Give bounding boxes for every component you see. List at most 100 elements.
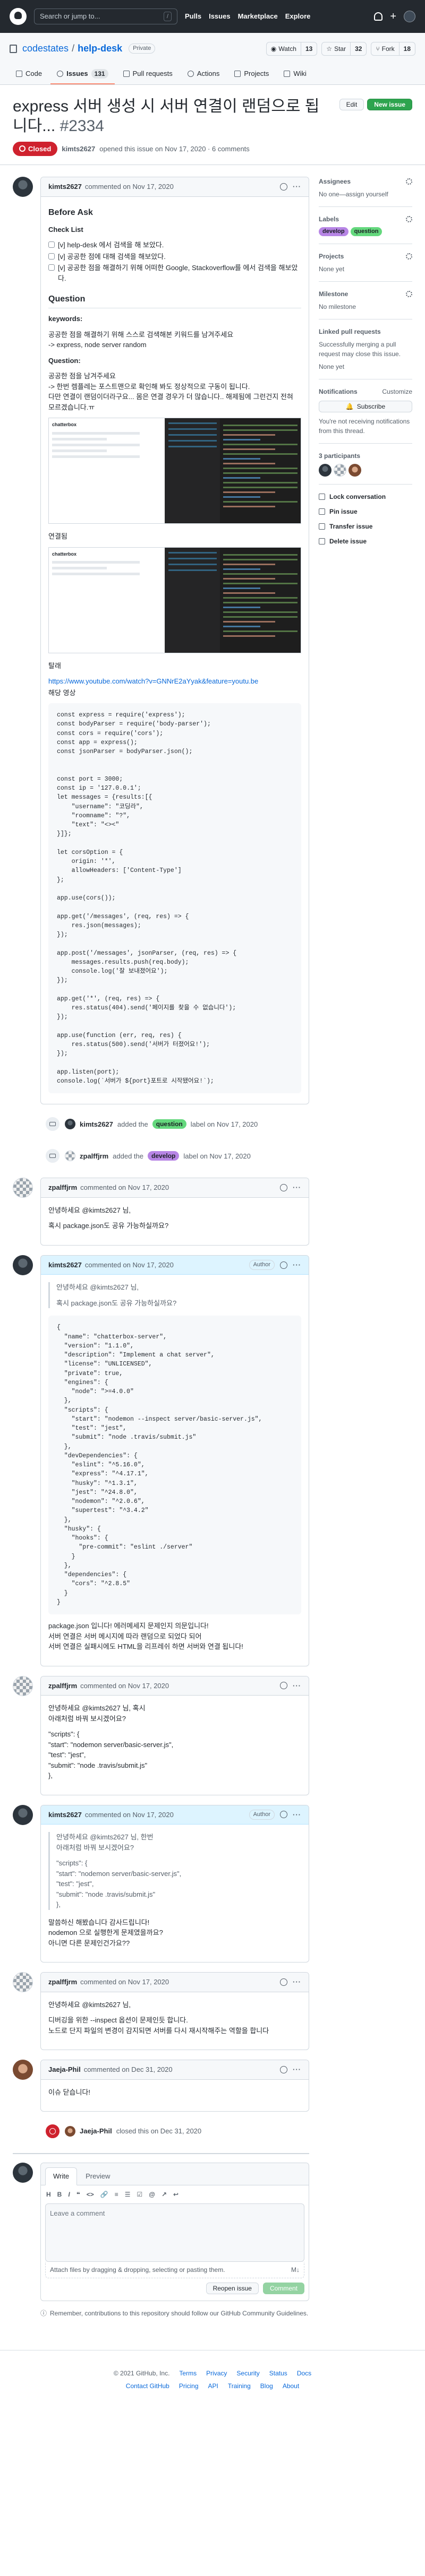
assignees-value[interactable]: No one—assign yourself <box>319 189 412 199</box>
reference-icon[interactable]: ↗ <box>162 2190 167 2199</box>
fork-button[interactable]: ⑂ Fork 18 <box>371 41 415 56</box>
footer-link-terms[interactable]: Terms <box>179 2368 197 2378</box>
code-icon[interactable]: <> <box>87 2190 94 2199</box>
comment-author[interactable]: kimts2627 <box>48 181 82 192</box>
star-button[interactable]: ☆ Star 32 <box>321 41 367 56</box>
tab-write[interactable]: Write <box>45 2167 78 2185</box>
label-question[interactable]: question <box>152 1119 186 1129</box>
subscribe-button[interactable]: 🔔 Subscribe <box>319 400 412 412</box>
reopen-issue-button[interactable]: Reopen issue <box>206 2282 259 2294</box>
saved-replies-icon[interactable]: ↩ <box>173 2190 178 2199</box>
label-question[interactable]: question <box>350 227 382 236</box>
edit-button[interactable]: Edit <box>339 98 364 110</box>
more-options-icon[interactable]: ··· <box>293 2064 301 2075</box>
bulleted-list-icon[interactable]: ≡ <box>115 2190 118 2199</box>
tab-pull-requests[interactable]: Pull requests <box>117 64 179 84</box>
assignees-header[interactable]: Assignees <box>319 177 412 186</box>
avatar[interactable] <box>348 463 361 477</box>
footer-link-pricing[interactable]: Pricing <box>179 2381 199 2391</box>
reaction-smiley-icon[interactable] <box>280 1261 287 1269</box>
transfer-issue-button[interactable]: Transfer issue <box>319 522 412 531</box>
more-options-icon[interactable]: ··· <box>293 1182 301 1193</box>
task-checkbox[interactable] <box>48 253 55 260</box>
issue-author-link[interactable]: kimts2627 <box>62 144 95 154</box>
more-options-icon[interactable]: ··· <box>293 1977 301 1987</box>
github-logo-icon[interactable] <box>10 8 27 25</box>
pin-issue-button[interactable]: Pin issue <box>319 507 412 516</box>
heading-icon[interactable]: H <box>46 2190 51 2199</box>
reaction-smiley-icon[interactable] <box>280 1978 287 1986</box>
projects-header[interactable]: Projects <box>319 252 412 261</box>
tab-preview[interactable]: Preview <box>78 2168 117 2185</box>
reaction-smiley-icon[interactable] <box>280 1184 287 1191</box>
avatar[interactable] <box>65 1119 75 1130</box>
more-options-icon[interactable]: ··· <box>293 1810 301 1820</box>
numbered-list-icon[interactable]: ☰ <box>125 2190 131 2199</box>
nav-marketplace[interactable]: Marketplace <box>238 11 278 22</box>
comment-author[interactable]: kimts2627 <box>48 1260 82 1270</box>
reaction-smiley-icon[interactable] <box>280 1682 287 1690</box>
italic-icon[interactable]: I <box>68 2190 70 2199</box>
comment-author[interactable]: kimts2627 <box>48 1810 82 1820</box>
footer-link-docs[interactable]: Docs <box>297 2368 311 2378</box>
comment-author[interactable]: zpalffjrm <box>48 1182 77 1193</box>
reaction-smiley-icon[interactable] <box>280 183 287 191</box>
gear-icon[interactable] <box>406 178 412 185</box>
search-input[interactable]: Search or jump to... / <box>34 8 177 24</box>
screenshot-image[interactable]: chatterbox <box>48 547 301 653</box>
repo-name-link[interactable]: help-desk <box>78 41 122 56</box>
footer-link-contact[interactable]: Contact GitHub <box>126 2381 169 2391</box>
tab-code[interactable]: Code <box>10 64 48 84</box>
footer-link-about[interactable]: About <box>283 2381 299 2391</box>
avatar[interactable] <box>13 2060 33 2080</box>
avatar[interactable] <box>13 2163 33 2183</box>
comment-author[interactable]: Jaeja-Phil <box>48 2064 81 2075</box>
avatar[interactable] <box>13 1255 33 1275</box>
footer-link-api[interactable]: API <box>208 2381 218 2391</box>
label-develop[interactable]: develop <box>319 227 348 236</box>
avatar[interactable] <box>65 2126 75 2137</box>
user-avatar[interactable] <box>404 11 415 22</box>
mention-icon[interactable]: @ <box>149 2190 155 2199</box>
nav-pulls[interactable]: Pulls <box>185 11 201 22</box>
nav-explore[interactable]: Explore <box>285 11 311 22</box>
gear-icon[interactable] <box>406 290 412 297</box>
event-actor[interactable]: kimts2627 <box>80 1119 113 1130</box>
customize-link[interactable]: Customize <box>382 387 412 396</box>
tab-issues[interactable]: Issues 131 <box>50 64 115 84</box>
avatar[interactable] <box>334 463 346 477</box>
video-link[interactable]: https://www.youtube.com/watch?v=GNNrE2aY… <box>48 677 258 685</box>
avatar[interactable] <box>319 463 332 477</box>
repo-owner-link[interactable]: codestates <box>22 41 69 56</box>
tab-wiki[interactable]: Wiki <box>277 64 313 84</box>
new-issue-button[interactable]: New issue <box>367 98 412 110</box>
task-checkbox[interactable] <box>48 264 55 271</box>
screenshot-image[interactable]: chatterbox <box>48 418 301 524</box>
milestone-header[interactable]: Milestone <box>319 289 412 299</box>
avatar[interactable] <box>13 1972 33 1992</box>
gear-icon[interactable] <box>406 216 412 222</box>
more-options-icon[interactable]: ··· <box>293 1260 301 1270</box>
footer-link-blog[interactable]: Blog <box>260 2381 273 2391</box>
notifications-bell-icon[interactable] <box>374 12 383 21</box>
tab-actions[interactable]: Actions <box>181 64 226 84</box>
avatar[interactable] <box>13 1675 33 1696</box>
tab-projects[interactable]: Projects <box>228 64 275 84</box>
markdown-icon[interactable]: M↓ <box>291 2265 300 2275</box>
link-icon[interactable]: 🔗 <box>100 2190 108 2199</box>
watch-button[interactable]: ◉ Watch 13 <box>266 41 318 56</box>
avatar[interactable] <box>13 1804 33 1825</box>
event-actor[interactable]: Jaeja-Phil <box>80 2126 112 2137</box>
nav-issues[interactable]: Issues <box>209 11 230 22</box>
attach-files-area[interactable]: Attach files by dragging & dropping, sel… <box>45 2261 304 2278</box>
task-checkbox[interactable] <box>48 241 55 248</box>
more-options-icon[interactable]: ··· <box>293 181 301 192</box>
footer-link-status[interactable]: Status <box>269 2368 287 2378</box>
bold-icon[interactable]: B <box>57 2190 62 2199</box>
task-list-icon[interactable]: ☑ <box>137 2190 142 2199</box>
event-actor[interactable]: zpalffjrm <box>80 1151 108 1162</box>
quote-icon[interactable]: ❝ <box>76 2190 80 2199</box>
avatar[interactable] <box>13 1178 33 1198</box>
footer-link-training[interactable]: Training <box>228 2381 251 2391</box>
comment-author[interactable]: zpalffjrm <box>48 1977 77 1987</box>
